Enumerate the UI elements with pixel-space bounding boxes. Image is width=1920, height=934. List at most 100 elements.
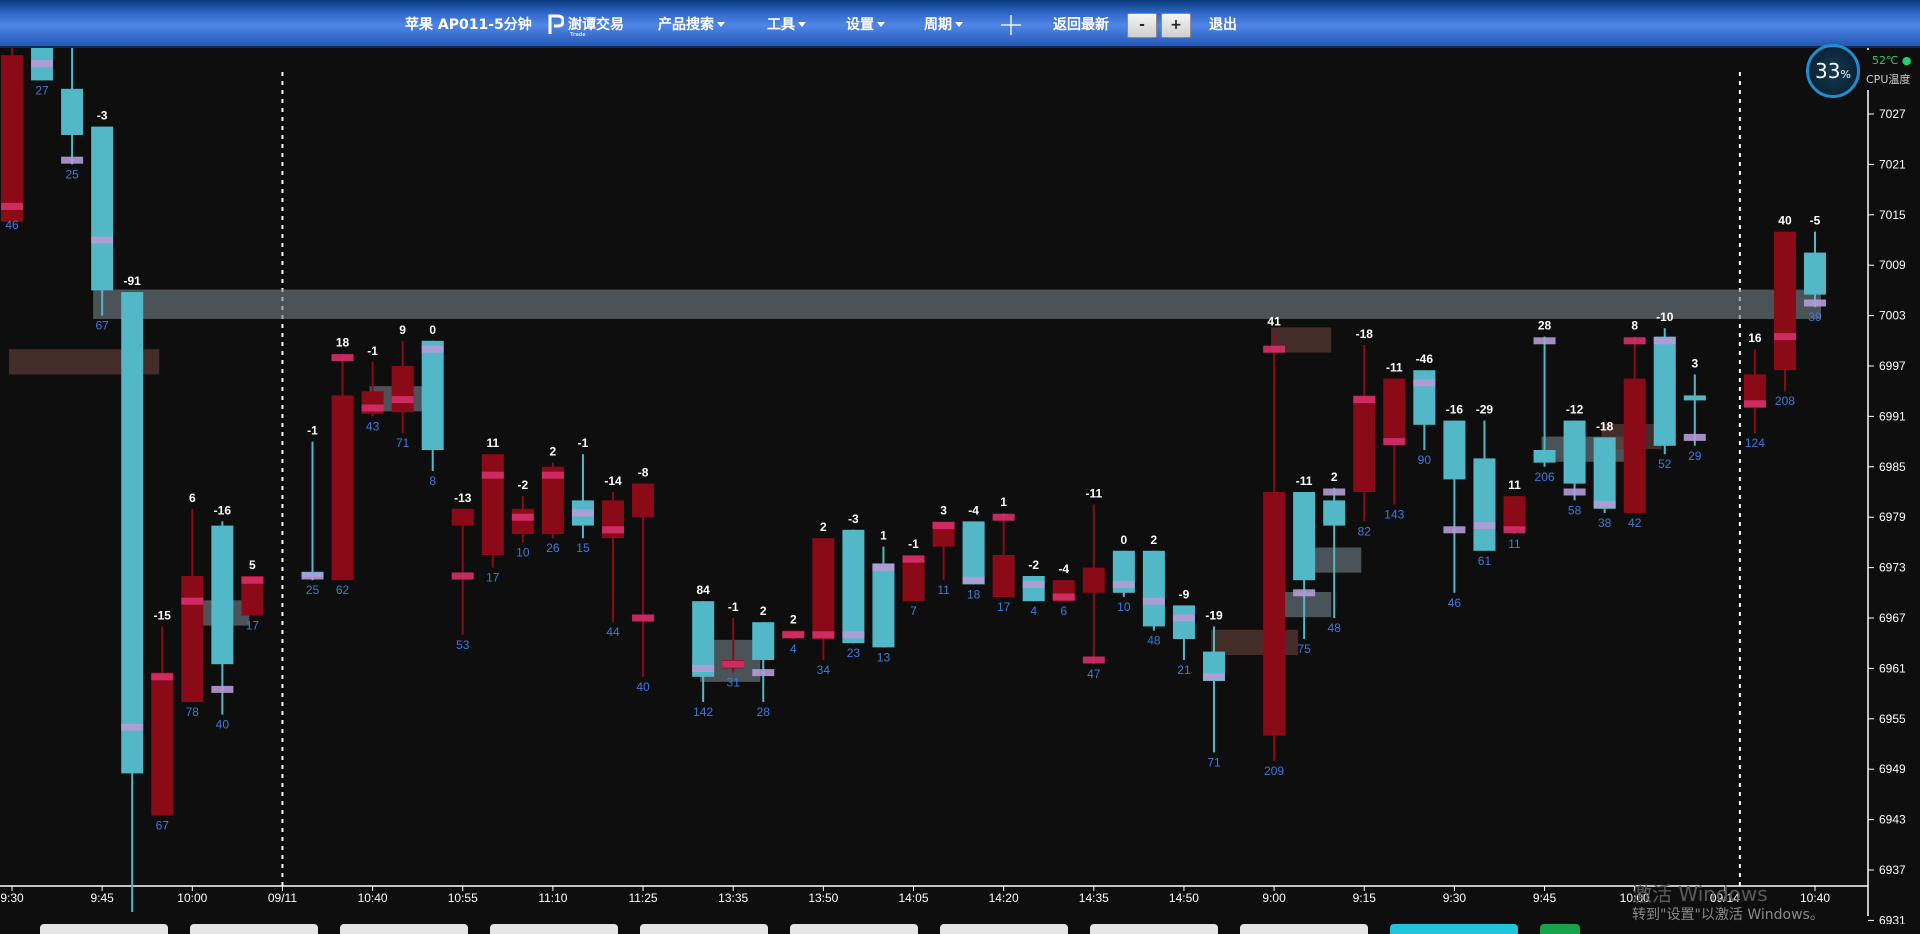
candle: 8 42: [1623, 319, 1646, 530]
menu-tools[interactable]: 工具: [767, 0, 806, 48]
top-menu-bar: 苹果 AP011-5分钟 澍谭交易 Trade 产品搜索 工具 设置 周期 返回…: [0, 0, 1920, 48]
delta-label: 11: [1508, 478, 1521, 492]
candle-body: [1022, 576, 1045, 602]
bottom-tab[interactable]: [940, 924, 1068, 934]
candle-body: [812, 538, 835, 639]
poc-marker: [1743, 400, 1766, 408]
bottom-tab[interactable]: [490, 924, 618, 934]
zoom-out-button[interactable]: -: [1127, 13, 1157, 38]
volume-label: 46: [1448, 596, 1462, 610]
footprint-chart[interactable]: 7027702170157009700369976991698569796973…: [0, 48, 1920, 924]
volume-label: 52: [1658, 457, 1672, 471]
candle-body: [1804, 252, 1826, 295]
delta-label: 2: [1331, 470, 1338, 484]
price-zone: [93, 289, 1822, 319]
delta-label: 0: [429, 323, 436, 337]
candle-body: [421, 340, 444, 450]
candle: 41 209: [1263, 314, 1286, 778]
volume-label: 46: [5, 218, 19, 232]
candle: 1 17: [992, 495, 1015, 614]
delta-label: -1: [367, 344, 378, 358]
candle-body: [962, 521, 985, 585]
menu-period[interactable]: 周期: [924, 0, 963, 48]
price-tick-label: 6943: [1879, 813, 1906, 827]
bottom-tab-strip: [0, 924, 1920, 934]
bottom-tab[interactable]: [40, 924, 168, 934]
candle: 2 34: [812, 520, 835, 677]
poc-marker: [1022, 580, 1045, 588]
poc-marker: [1563, 488, 1586, 496]
bottom-tab-active[interactable]: [1390, 924, 1518, 934]
poc-marker: [241, 576, 264, 584]
poc-marker: [1, 202, 23, 210]
poc-marker: [391, 396, 414, 404]
bottom-tab[interactable]: [1240, 924, 1368, 934]
volume-label: 71: [1207, 755, 1221, 769]
contract-title[interactable]: 苹果 AP011-5分钟: [405, 0, 532, 48]
time-tick-label: 9:30: [0, 891, 24, 905]
candle-body: [1142, 550, 1165, 627]
candle-body: [181, 576, 204, 702]
cpu-usage-gauge: 33%: [1806, 44, 1860, 98]
candle-body: [842, 529, 865, 644]
cpu-usage-value: 33: [1815, 59, 1841, 83]
crosshair-icon[interactable]: [1000, 14, 1022, 36]
volume-label: 27: [35, 83, 49, 97]
volume-label: 47: [1087, 667, 1101, 681]
volume-label: 208: [1775, 394, 1795, 408]
menu-period-label: 周期: [924, 17, 952, 33]
time-tick-label: 10:55: [448, 891, 478, 905]
bottom-tab[interactable]: [190, 924, 318, 934]
delta-label: -8: [638, 466, 649, 480]
candle: -4 6: [1052, 562, 1075, 618]
exit-button[interactable]: 退出: [1209, 0, 1237, 48]
volume-label: 53: [456, 638, 470, 652]
price-tick-label: 6961: [1879, 661, 1906, 675]
bottom-tab-add[interactable]: [1540, 924, 1580, 934]
poc-marker: [752, 669, 775, 677]
delta-label: 11: [486, 436, 499, 450]
candle: -11 75: [1293, 474, 1316, 656]
volume-label: 124: [1745, 436, 1765, 450]
back-latest-button[interactable]: 返回最新: [1053, 0, 1109, 48]
chevron-down-icon: [955, 22, 963, 27]
price-tick-label: 6949: [1879, 762, 1906, 776]
delta-label: -11: [1085, 487, 1102, 501]
candle: -1 25: [301, 424, 324, 597]
bottom-tab[interactable]: [1090, 924, 1218, 934]
menu-product-search[interactable]: 产品搜索: [658, 0, 725, 48]
candle: -16 40: [211, 503, 234, 732]
candle: -16 46: [1443, 403, 1466, 610]
bottom-tab[interactable]: [340, 924, 468, 934]
delta-label: -14: [604, 474, 622, 488]
candle: -46 90: [1413, 352, 1436, 467]
volume-label: 44: [606, 625, 620, 639]
candle-body: [1563, 420, 1586, 484]
candle: 1 13: [872, 529, 895, 664]
volume-label: 34: [817, 663, 831, 677]
candle-body: [1353, 395, 1376, 492]
chevron-down-icon: [717, 22, 725, 27]
poc-marker: [331, 354, 354, 362]
candle-body: [1, 55, 23, 222]
candle: 9 71: [391, 323, 414, 450]
volume-label: 75: [1297, 642, 1311, 656]
candle-body: [1503, 496, 1526, 530]
volume-label: 15: [576, 541, 590, 555]
menu-settings-label: 设置: [846, 17, 874, 33]
delta-label: -11: [1386, 361, 1403, 375]
volume-label: 40: [636, 680, 650, 694]
delta-label: 16: [1748, 331, 1762, 345]
poc-marker: [692, 664, 715, 672]
menu-settings[interactable]: 设置: [846, 0, 885, 48]
poc-marker: [1804, 299, 1826, 307]
poc-marker: [1593, 501, 1616, 509]
volume-label: 38: [1598, 516, 1612, 530]
zoom-in-button[interactable]: +: [1161, 13, 1191, 38]
bottom-tab[interactable]: [790, 924, 918, 934]
poc-marker: [1293, 589, 1316, 597]
poc-marker: [902, 555, 925, 563]
bottom-tab[interactable]: [640, 924, 768, 934]
volume-label: 67: [95, 319, 109, 333]
delta-label: -29: [1476, 403, 1494, 417]
